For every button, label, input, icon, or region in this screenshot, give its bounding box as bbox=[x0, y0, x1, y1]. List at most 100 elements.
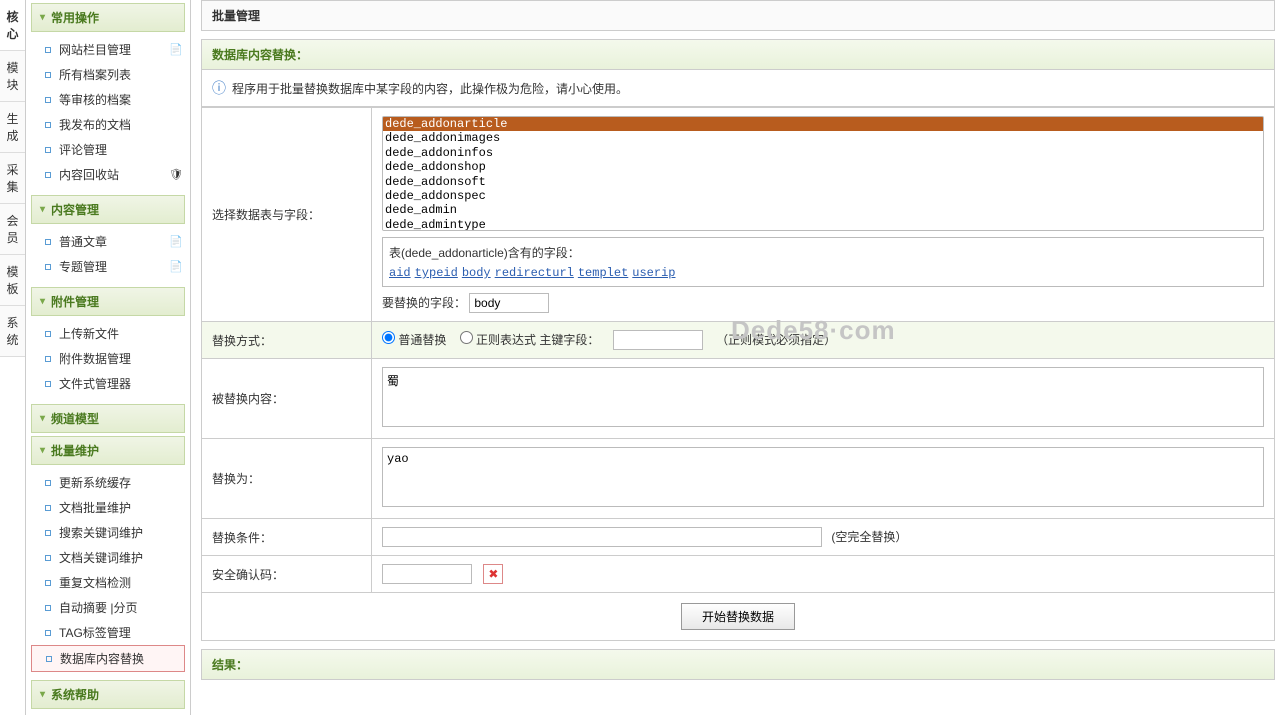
sidebar-item[interactable]: 评论管理 bbox=[31, 137, 185, 162]
field-link[interactable]: body bbox=[462, 266, 491, 280]
sidebar-item-label: 自动摘要 |分页 bbox=[59, 599, 137, 616]
bullet-icon bbox=[45, 480, 51, 486]
sidebar-item[interactable]: 文档批量维护 bbox=[31, 495, 185, 520]
tab-core[interactable]: 核心 bbox=[0, 0, 25, 51]
condition-input[interactable] bbox=[382, 527, 822, 547]
item-icon: 📄 bbox=[169, 260, 183, 273]
sidebar-header-batch[interactable]: ▾ 批量维护 bbox=[31, 436, 185, 465]
chevron-down-icon: ▾ bbox=[40, 12, 45, 23]
sidebar-header-content[interactable]: ▾ 内容管理 bbox=[31, 195, 185, 224]
tab-collect[interactable]: 采集 bbox=[0, 153, 25, 204]
section-title: 数据库内容替换： bbox=[201, 39, 1275, 70]
sidebar-item[interactable]: 所有档案列表 bbox=[31, 62, 185, 87]
condition-note: (空完全替换） bbox=[831, 530, 907, 544]
sidebar-item[interactable]: TAG标签管理 bbox=[31, 620, 185, 645]
sidebar-header-common[interactable]: ▾ 常用操作 bbox=[31, 3, 185, 32]
bullet-icon bbox=[45, 580, 51, 586]
bullet-icon bbox=[45, 530, 51, 536]
sidebar-item[interactable]: 普通文章 📄 bbox=[31, 229, 185, 254]
chevron-down-icon: ▾ bbox=[40, 689, 45, 700]
sidebar-item[interactable]: 文档关键词维护 bbox=[31, 545, 185, 570]
tab-generate[interactable]: 生成 bbox=[0, 102, 25, 153]
label-replace-to: 替换为： bbox=[202, 439, 372, 519]
radio-regex[interactable]: 正则表达式 主键字段： bbox=[460, 333, 600, 347]
field-link[interactable]: templet bbox=[578, 266, 628, 280]
captcha-input[interactable] bbox=[382, 564, 472, 584]
label-mode: 替换方式： bbox=[202, 322, 372, 359]
tab-system[interactable]: 系统 bbox=[0, 306, 25, 357]
bullet-icon bbox=[45, 239, 51, 245]
sidebar-item[interactable]: 等审核的档案 bbox=[31, 87, 185, 112]
sidebar-item[interactable]: 自动摘要 |分页 bbox=[31, 595, 185, 620]
chevron-down-icon: ▾ bbox=[40, 204, 45, 215]
sidebar-item-label: 文档批量维护 bbox=[59, 499, 131, 516]
field-link[interactable]: userip bbox=[632, 266, 675, 280]
chevron-down-icon: ▾ bbox=[40, 445, 45, 456]
sidebar-item[interactable]: 文件式管理器 bbox=[31, 371, 185, 396]
sidebar-item-label: 重复文档检测 bbox=[59, 574, 131, 591]
tab-member[interactable]: 会员 bbox=[0, 204, 25, 255]
replaced-textarea[interactable]: 蜀 bbox=[382, 367, 1264, 427]
label-select-table: 选择数据表与字段： bbox=[202, 108, 372, 322]
sidebar-item[interactable]: 重复文档检测 bbox=[31, 570, 185, 595]
sidebar-header-label: 常用操作 bbox=[51, 9, 99, 26]
sidebar: ▾ 常用操作 网站栏目管理 📄 所有档案列表等审核的档案我发布的文档评论管理内容回收站… bbox=[26, 0, 191, 715]
sidebar-item[interactable]: 搜索关键词维护 bbox=[31, 520, 185, 545]
sidebar-header-attach[interactable]: ▾附件管理 bbox=[31, 287, 185, 316]
sidebar-item[interactable]: 附件数据管理 bbox=[31, 346, 185, 371]
bullet-icon bbox=[45, 381, 51, 387]
sidebar-item[interactable]: 网站栏目管理 📄 bbox=[31, 37, 185, 62]
sidebar-item-label: 附件数据管理 bbox=[59, 350, 131, 367]
sidebar-item-label: 更新系统缓存 bbox=[59, 474, 131, 491]
sidebar-item-label: 所有档案列表 bbox=[59, 66, 131, 83]
sidebar-item[interactable]: 我发布的文档 bbox=[31, 112, 185, 137]
sidebar-item[interactable]: 更新系统缓存 bbox=[31, 470, 185, 495]
bullet-icon bbox=[45, 630, 51, 636]
sidebar-item-label: 普通文章 bbox=[59, 233, 107, 250]
replace-to-textarea[interactable]: yao bbox=[382, 447, 1264, 507]
captcha-image[interactable]: ✖ bbox=[483, 564, 503, 584]
sidebar-item-label: 搜索关键词维护 bbox=[59, 524, 143, 541]
item-icon: 📄 bbox=[169, 43, 183, 56]
sidebar-item[interactable]: 数据库内容替换 bbox=[31, 645, 185, 672]
info-text: 程序用于批量替换数据库中某字段的内容，此操作极为危险，请小心使用。 bbox=[232, 80, 628, 97]
sidebar-header-channel[interactable]: ▾频道模型 bbox=[31, 404, 185, 433]
field-link[interactable]: redirecturl bbox=[495, 266, 574, 280]
regex-key-input[interactable] bbox=[613, 330, 703, 350]
result-title: 结果： bbox=[201, 649, 1275, 680]
field-link[interactable]: aid bbox=[389, 266, 411, 280]
bullet-icon bbox=[45, 505, 51, 511]
sidebar-item[interactable]: 内容回收站🛡 bbox=[31, 162, 185, 187]
item-icon: 🛡 bbox=[169, 168, 183, 181]
tab-template[interactable]: 模板 bbox=[0, 255, 25, 306]
sidebar-item-label: 网站栏目管理 bbox=[59, 41, 131, 58]
label-captcha: 安全确认码： bbox=[202, 556, 372, 593]
table-fields-label: 表(dede_addonarticle)含有的字段： bbox=[389, 244, 1257, 261]
tab-module[interactable]: 模块 bbox=[0, 51, 25, 102]
table-select[interactable]: dede_addonarticledede_addonimagesdede_ad… bbox=[382, 116, 1264, 231]
info-bar: ⓘ 程序用于批量替换数据库中某字段的内容，此操作极为危险，请小心使用。 bbox=[201, 70, 1275, 107]
sidebar-header-label: 批量维护 bbox=[51, 442, 99, 459]
field-links: aid typeid body redirecturl templet userip bbox=[389, 265, 1257, 280]
bullet-icon bbox=[45, 72, 51, 78]
sidebar-item[interactable]: 上传新文件 bbox=[31, 321, 185, 346]
sidebar-header-label: 附件管理 bbox=[51, 293, 99, 310]
field-link[interactable]: typeid bbox=[415, 266, 458, 280]
chevron-down-icon: ▾ bbox=[40, 413, 45, 424]
vertical-tabs: 核心 模块 生成 采集 会员 模板 系统 bbox=[0, 0, 26, 715]
info-icon: ⓘ bbox=[212, 78, 226, 98]
item-icon: 📄 bbox=[169, 235, 183, 248]
sidebar-header-label: 内容管理 bbox=[51, 201, 99, 218]
bullet-icon bbox=[45, 264, 51, 270]
replace-field-input[interactable] bbox=[469, 293, 549, 313]
bullet-icon bbox=[45, 605, 51, 611]
main-content: 批量管理 数据库内容替换： ⓘ 程序用于批量替换数据库中某字段的内容，此操作极为… bbox=[191, 0, 1285, 715]
radio-normal[interactable]: 普通替换 bbox=[382, 333, 446, 347]
label-replace-field: 要替换的字段： bbox=[382, 296, 466, 310]
sidebar-item-label: 文件式管理器 bbox=[59, 375, 131, 392]
submit-button[interactable]: 开始替换数据 bbox=[681, 603, 795, 630]
bullet-icon bbox=[45, 172, 51, 178]
sidebar-header-help[interactable]: ▾系统帮助 bbox=[31, 680, 185, 709]
sidebar-item-label: 文档关键词维护 bbox=[59, 549, 143, 566]
sidebar-item[interactable]: 专题管理📄 bbox=[31, 254, 185, 279]
